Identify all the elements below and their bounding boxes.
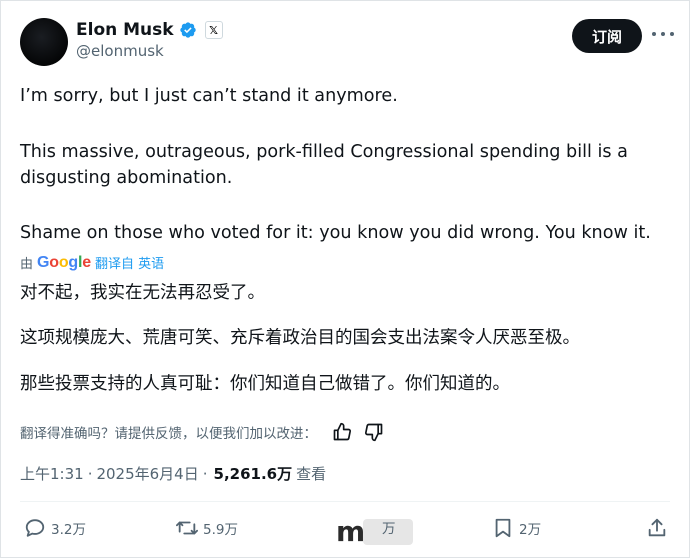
avatar[interactable] xyxy=(20,18,68,66)
tweet-text-line-4: Shame on those who voted for it: you kno… xyxy=(20,223,651,243)
reply-count: 3.2万 xyxy=(51,522,86,538)
translated-line-1: 对不起，我实在无法再忍受了。 xyxy=(20,283,265,303)
bookmark-icon xyxy=(495,518,511,538)
like-button[interactable]: 万 xyxy=(382,517,396,537)
views-label: 查看 xyxy=(296,465,327,483)
tweet-time[interactable]: 上午1:31 xyxy=(20,463,84,484)
repost-icon xyxy=(176,521,198,535)
tweet-text-line-1: I’m sorry, but I just can’t stand it any… xyxy=(20,86,398,106)
translation-attribution: 由 Google 翻译自 英语 xyxy=(20,253,164,273)
repost-count: 5.9万 xyxy=(203,522,238,538)
tweet-date[interactable]: 2025年6月4日 xyxy=(96,463,198,484)
translated-line-2: 这项规模庞大、荒唐可笑、充斥着政治目的国会支出法案令人厌恶至极。 xyxy=(20,328,580,348)
meta-separator: · xyxy=(87,464,93,483)
like-count: 万 xyxy=(382,521,396,537)
feedback-prompt: 翻译得准确吗？请提供反馈，以便我们加以改进： xyxy=(20,426,317,442)
bookmark-count: 2万 xyxy=(519,522,542,538)
share-button[interactable] xyxy=(646,517,668,539)
reply-button[interactable]: 3.2万 xyxy=(24,517,86,539)
reply-icon xyxy=(25,519,45,537)
author-name-row: Elon Musk 𝕏 xyxy=(76,18,223,42)
subscribe-button[interactable]: 订阅 xyxy=(572,19,642,53)
translated-from-link[interactable]: 翻译自 英语 xyxy=(95,253,164,272)
google-logo: Google xyxy=(37,253,91,271)
thumbs-up-icon[interactable] xyxy=(331,422,353,442)
view-count: 5,261.6万 xyxy=(213,465,293,483)
watermark-logo: m xyxy=(336,515,366,548)
tweet-text-line-3: disgusting abomination. xyxy=(20,168,233,188)
meta-separator: · xyxy=(202,464,208,483)
repost-button[interactable]: 5.9万 xyxy=(176,517,238,539)
translation-prefix: 由 xyxy=(20,257,34,272)
tweet-text-line-2: This massive, outrageous, pork-filled Co… xyxy=(20,142,628,162)
more-options-icon[interactable] xyxy=(652,24,674,44)
thumbs-down-icon[interactable] xyxy=(363,422,385,442)
watermark-overlay: m xyxy=(336,517,416,547)
x-affiliation-badge-icon: 𝕏 xyxy=(204,21,223,39)
translated-line-3: 那些投票支持的人真可耻：你们知道自己做错了。你们知道的。 xyxy=(20,374,510,394)
divider xyxy=(20,501,670,502)
author-handle[interactable]: @elonmusk xyxy=(76,42,164,60)
bookmark-button[interactable]: 2万 xyxy=(492,517,541,539)
verified-badge-icon xyxy=(179,22,196,38)
translation-feedback: 翻译得准确吗？请提供反馈，以便我们加以改进： xyxy=(20,422,385,442)
share-icon xyxy=(648,518,666,537)
author-name[interactable]: Elon Musk xyxy=(76,20,174,40)
tweet-meta: 上午1:31 · 2025年6月4日 · 5,261.6万 查看 xyxy=(20,463,326,484)
